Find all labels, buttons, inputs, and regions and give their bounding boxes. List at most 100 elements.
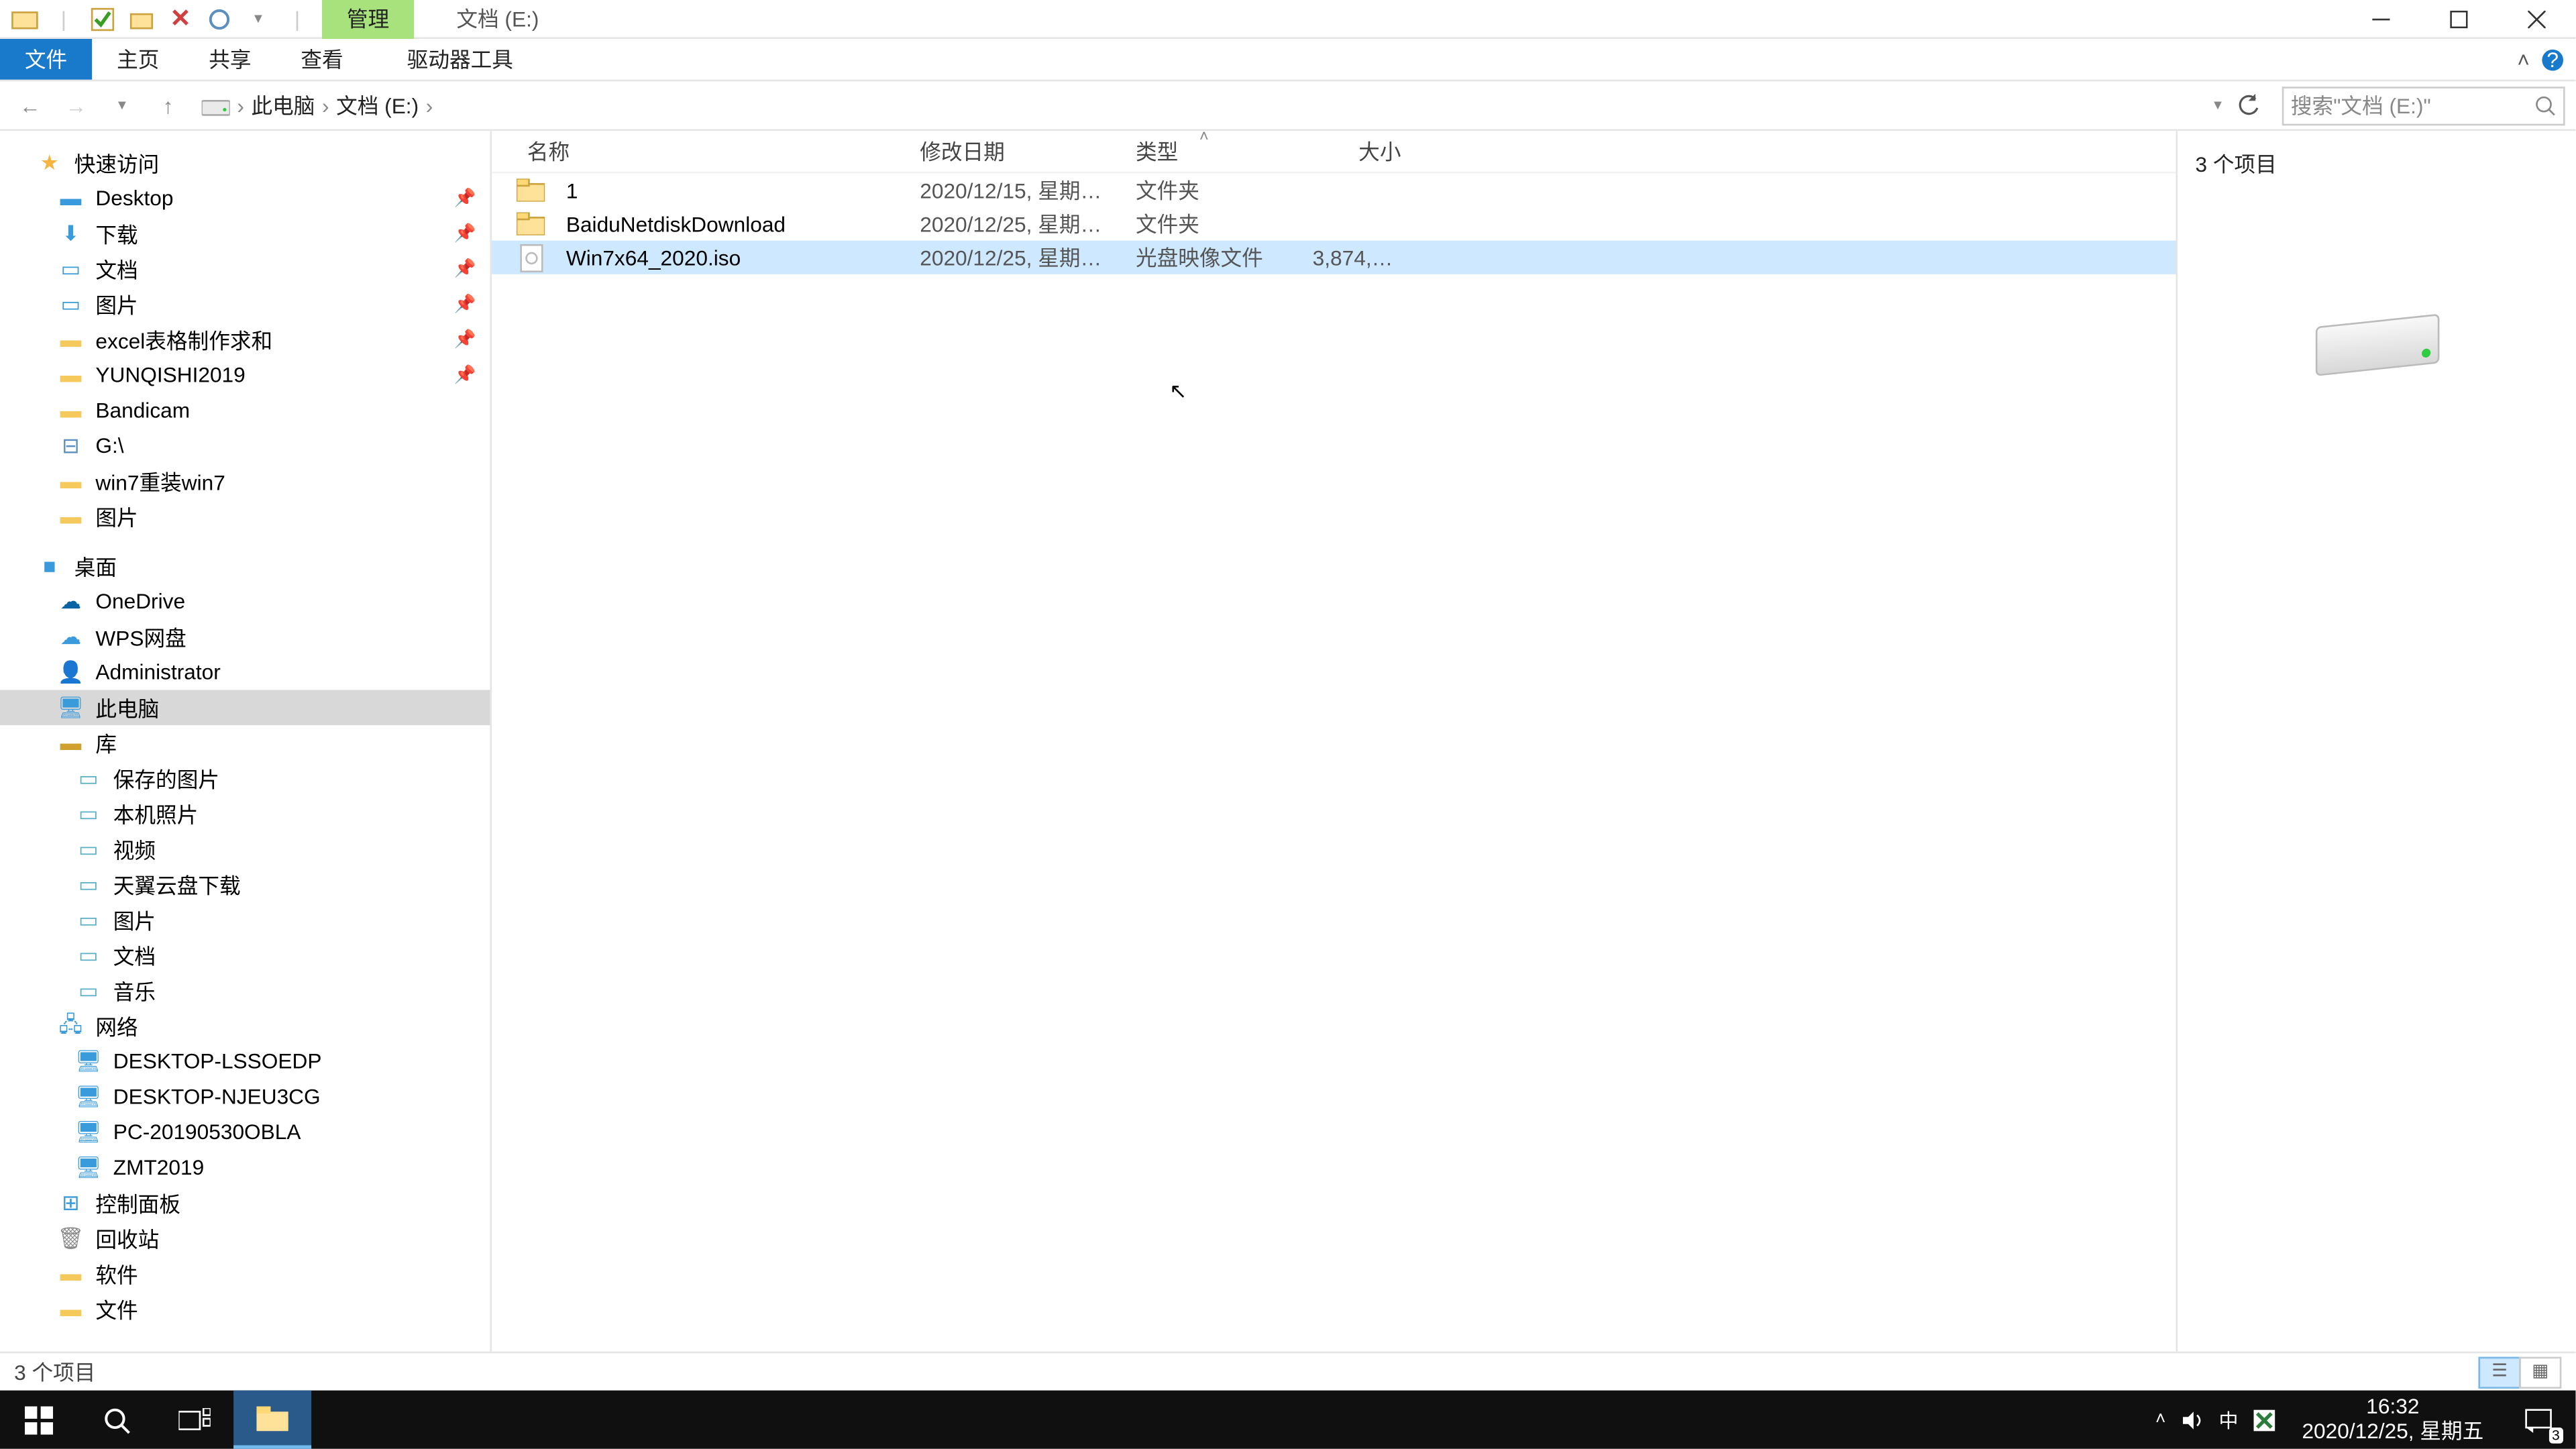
- breadcrumb-root[interactable]: 此电脑: [251, 90, 315, 120]
- tree-libraries[interactable]: ▬库: [0, 725, 490, 761]
- app-icon: [11, 5, 39, 33]
- videos-icon: ▭: [74, 835, 103, 863]
- notification-center-button[interactable]: 3: [2508, 1391, 2569, 1449]
- breadcrumb-current[interactable]: 文档 (E:): [336, 90, 419, 120]
- qat-undo-icon[interactable]: [205, 5, 233, 33]
- tree-onedrive[interactable]: ☁OneDrive: [0, 584, 490, 619]
- tab-home[interactable]: 主页: [92, 39, 184, 80]
- tree-network[interactable]: 🖧网络: [0, 1008, 490, 1044]
- tree-excel[interactable]: ▬excel表格制作求和📌: [0, 322, 490, 358]
- tree-pictures2[interactable]: ▬图片: [0, 499, 490, 535]
- qat-dropdown-icon[interactable]: ▾: [244, 5, 272, 33]
- address-dropdown-icon[interactable]: ▾: [2214, 95, 2222, 115]
- volume-icon[interactable]: [2180, 1407, 2204, 1432]
- tree-desk-lsso[interactable]: 🖥DESKTOP-LSSOEDP: [0, 1044, 490, 1079]
- back-button[interactable]: ←: [11, 86, 50, 125]
- pin-icon: 📌: [454, 294, 476, 314]
- breadcrumb-sep-icon[interactable]: ›: [322, 93, 329, 117]
- tree-pictures[interactable]: ▭图片📌: [0, 286, 490, 322]
- tree-gdrive[interactable]: ⊟G:\: [0, 428, 490, 464]
- search-button[interactable]: [78, 1391, 156, 1449]
- downloads-icon: ⬇: [56, 219, 85, 248]
- view-icons-button[interactable]: ▦: [2519, 1356, 2561, 1387]
- breadcrumb-sep-icon[interactable]: ›: [426, 93, 433, 117]
- tree-bandicam[interactable]: ▬Bandicam: [0, 392, 490, 428]
- taskbar-clock[interactable]: 16:32 2020/12/25, 星期五: [2292, 1396, 2495, 1443]
- tree-label: ZMT2019: [113, 1155, 204, 1180]
- breadcrumb[interactable]: › 此电脑 › 文档 (E:) ›: [195, 90, 2207, 120]
- column-type[interactable]: 类型: [1125, 136, 1302, 166]
- view-details-button[interactable]: ☰: [2478, 1356, 2520, 1387]
- tab-file[interactable]: 文件: [0, 39, 92, 80]
- context-tab-manage[interactable]: 管理: [322, 0, 414, 38]
- tree-desk-njeu[interactable]: 🖥DESKTOP-NJEU3CG: [0, 1079, 490, 1115]
- tree-desktop[interactable]: ▬Desktop📌: [0, 180, 490, 216]
- tree-camera-roll[interactable]: ▭本机照片: [0, 796, 490, 832]
- file-row[interactable]: BaiduNetdiskDownload2020/12/25, 星期五 1...…: [492, 207, 2176, 241]
- tree-music[interactable]: ▭音乐: [0, 973, 490, 1008]
- navigation-tree[interactable]: ★快速访问 ▬Desktop📌 ⬇下载📌 ▭文档📌 ▭图片📌 ▬excel表格制…: [0, 131, 492, 1352]
- qat-delete-icon[interactable]: ✕: [166, 5, 195, 33]
- tab-view[interactable]: 查看: [276, 39, 368, 80]
- folder-icon: ▭: [74, 941, 103, 969]
- maximize-button[interactable]: [2420, 0, 2498, 38]
- tray-overflow-icon[interactable]: ˄: [2155, 1410, 2165, 1430]
- tree-admin[interactable]: 👤Administrator: [0, 655, 490, 690]
- tray-app-icon[interactable]: [2253, 1407, 2277, 1432]
- help-icon[interactable]: ?: [2540, 47, 2565, 72]
- tree-saved-pics[interactable]: ▭保存的图片: [0, 761, 490, 796]
- tree-files[interactable]: ▬文件: [0, 1291, 490, 1327]
- tree-tianyi[interactable]: ▭天翼云盘下载: [0, 867, 490, 902]
- tree-docs[interactable]: ▭文档: [0, 938, 490, 973]
- search-icon[interactable]: [2535, 95, 2557, 116]
- tab-drive-tools[interactable]: 驱动器工具: [382, 39, 538, 80]
- tree-control-panel[interactable]: ⊞控制面板: [0, 1185, 490, 1221]
- tree-desktop-zh[interactable]: ■桌面: [0, 548, 490, 584]
- search-input[interactable]: 搜索"文档 (E:)": [2282, 86, 2565, 125]
- recent-dropdown-icon[interactable]: ▾: [103, 86, 142, 125]
- tree-videos[interactable]: ▭视频: [0, 831, 490, 867]
- file-row[interactable]: Win7x64_2020.iso2020/12/25, 星期五 1...光盘映像…: [492, 241, 2176, 274]
- close-button[interactable]: [2498, 0, 2575, 38]
- minimize-button[interactable]: [2342, 0, 2420, 38]
- titlebar: | ✕ ▾ | 管理 文档 (E:): [0, 0, 2575, 39]
- tree-win7[interactable]: ▬win7重装win7: [0, 464, 490, 499]
- column-headers[interactable]: ˄ 名称 修改日期 类型 大小: [492, 131, 2176, 173]
- tree-label: 回收站: [95, 1223, 159, 1253]
- forward-button[interactable]: →: [56, 86, 95, 125]
- tree-zmt[interactable]: 🖥 ZMT2019: [0, 1150, 490, 1185]
- file-date: 2020/12/25, 星期五 1...: [909, 209, 1125, 239]
- tree-label: DESKTOP-LSSOEDP: [113, 1049, 322, 1074]
- breadcrumb-sep-icon[interactable]: ›: [237, 93, 244, 117]
- pin-icon: 📌: [454, 189, 476, 208]
- ribbon-expand-icon[interactable]: ˄: [2517, 47, 2530, 72]
- tree-label: excel表格制作求和: [95, 325, 272, 355]
- ime-indicator[interactable]: 中: [2218, 1405, 2238, 1434]
- qat-new-folder-icon[interactable]: [127, 5, 156, 33]
- tree-pc2019[interactable]: 🖥PC-20190530OBLA: [0, 1114, 490, 1150]
- tree-quick-access[interactable]: ★快速访问: [0, 145, 490, 180]
- up-button[interactable]: ↑: [149, 86, 188, 125]
- column-name[interactable]: 名称: [517, 136, 909, 166]
- tree-software[interactable]: ▬软件: [0, 1256, 490, 1291]
- column-date[interactable]: 修改日期: [909, 136, 1125, 166]
- tree-yunqishi[interactable]: ▬YUNQISHI2019📌: [0, 358, 490, 393]
- explorer-taskbar-button[interactable]: [233, 1391, 311, 1449]
- tree-downloads[interactable]: ⬇下载📌: [0, 216, 490, 252]
- tree-documents[interactable]: ▭文档📌: [0, 251, 490, 286]
- refresh-button[interactable]: [2229, 86, 2268, 125]
- qat-properties-icon[interactable]: [89, 5, 117, 33]
- column-size[interactable]: 大小: [1302, 136, 1411, 166]
- file-row[interactable]: 12020/12/15, 星期二 1...文件夹: [492, 173, 2176, 207]
- drive-icon: ⊟: [56, 431, 85, 460]
- tree-recycle[interactable]: 🗑回收站: [0, 1221, 490, 1256]
- tab-share[interactable]: 共享: [184, 39, 276, 80]
- tree-this-pc[interactable]: 🖥此电脑: [0, 690, 490, 725]
- tree-pics[interactable]: ▭图片: [0, 902, 490, 938]
- clock-time: 16:32: [2302, 1396, 2483, 1419]
- tree-wps[interactable]: ☁WPS网盘: [0, 619, 490, 655]
- pc-icon: 🖥: [74, 1153, 103, 1181]
- qat-divider: |: [50, 5, 78, 33]
- task-view-button[interactable]: [156, 1391, 233, 1449]
- start-button[interactable]: [0, 1391, 78, 1449]
